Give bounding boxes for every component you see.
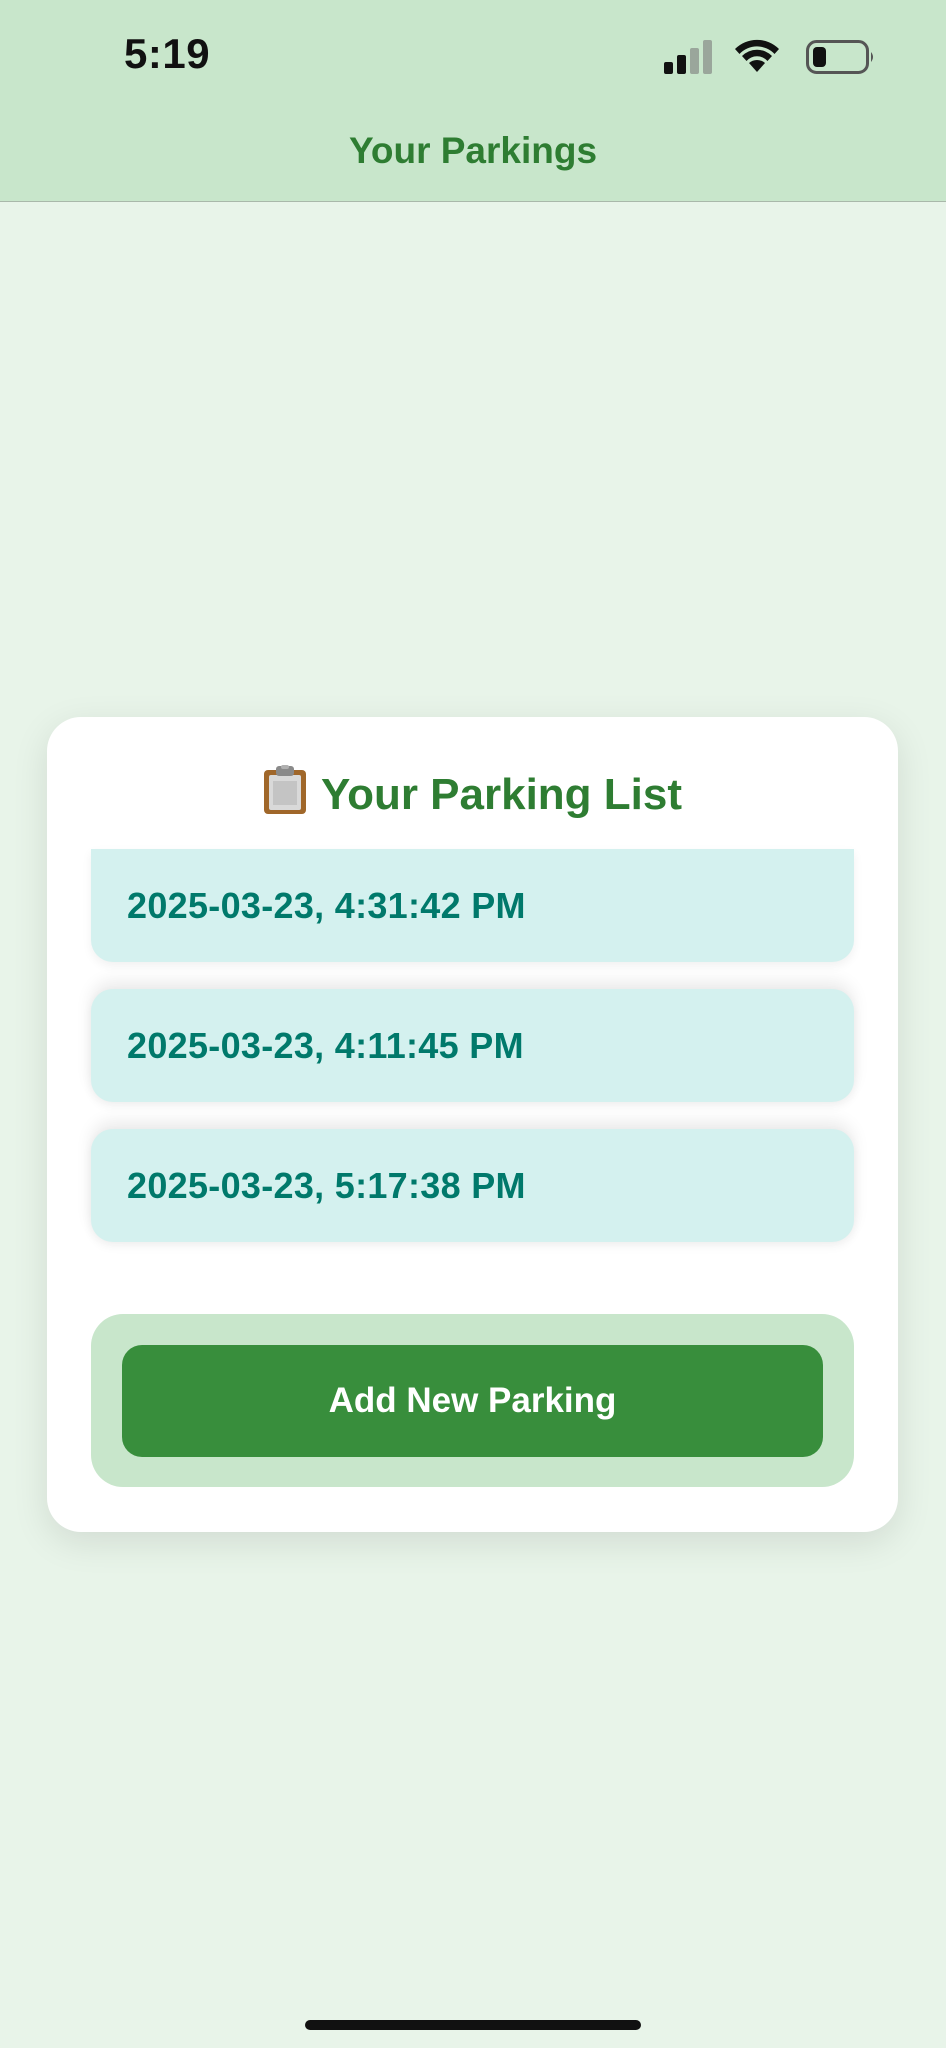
parking-list-card: Your Parking List 2025-03-23, 4:31:42 PM… (47, 717, 898, 1532)
parking-timestamp: 2025-03-23, 4:31:42 PM (127, 885, 526, 926)
parking-list-item[interactable]: 2025-03-23, 4:11:45 PM (91, 989, 854, 1102)
parking-timestamp: 2025-03-23, 4:11:45 PM (127, 1025, 524, 1066)
page-title: Your Parkings (348, 130, 598, 171)
home-indicator[interactable] (305, 2020, 641, 2030)
parking-list: 2025-03-23, 4:31:42 PM 2025-03-23, 4:11:… (91, 849, 854, 1269)
card-title: Your Parking List (47, 765, 898, 820)
card-title-text: Your Parking List (320, 770, 683, 819)
wifi-icon (735, 39, 779, 72)
parking-list-item[interactable]: 2025-03-23, 4:31:42 PM (91, 849, 854, 962)
cellular-signal-icon (664, 40, 712, 74)
status-time: 5:19 (124, 30, 211, 77)
top-bar: 5:19 Your Parkings (0, 0, 946, 202)
parking-timestamp: 2025-03-23, 5:17:38 PM (127, 1165, 526, 1206)
add-new-parking-button[interactable]: Add New Parking (122, 1345, 823, 1457)
clipboard-icon (263, 765, 306, 814)
parking-list-item[interactable]: 2025-03-23, 5:17:38 PM (91, 1129, 854, 1242)
add-parking-button-container: Add New Parking (91, 1314, 854, 1487)
battery-icon (806, 40, 873, 74)
